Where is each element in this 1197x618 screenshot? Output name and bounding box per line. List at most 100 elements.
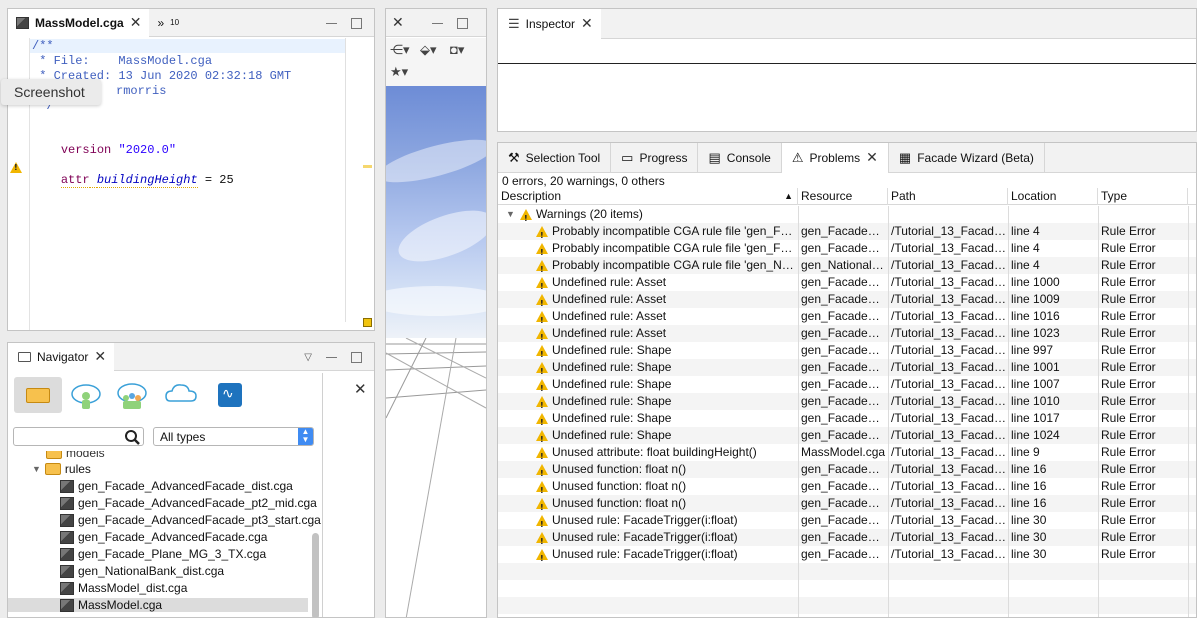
table-row[interactable]: Undefined rule: Shape gen_Facade_A… /Tutor… <box>498 393 1196 414</box>
search-field[interactable] <box>13 427 144 446</box>
table-row[interactable]: Undefined rule: Shape gen_Facade_A… /Tutor… <box>498 342 1196 363</box>
table-row[interactable]: Unused rule: FacadeTrigger(i:float) gen_F… <box>498 546 1196 567</box>
cell-type: Rule Error <box>1101 275 1156 289</box>
overview-warning-mark[interactable] <box>363 165 372 168</box>
overview-status-icon[interactable] <box>363 318 372 327</box>
table-row[interactable]: Undefined rule: Asset gen_Facade_A… /Tutor… <box>498 291 1196 312</box>
maximize-icon[interactable] <box>351 17 362 29</box>
hierarchy-icon[interactable]: ⋲▾ <box>390 42 410 58</box>
tab-inspector[interactable]: ☰ Inspector ✕ <box>498 9 601 39</box>
cell-resource: gen_Facade_A… <box>801 411 886 425</box>
tree-file-item[interactable]: gen_Facade_Plane_MG_3_TX.cga <box>60 547 266 561</box>
expand-arrow-icon[interactable]: ▼ <box>32 464 41 474</box>
maximize-icon[interactable] <box>457 17 468 29</box>
viewport-ground-grid[interactable] <box>386 337 486 617</box>
tooltip-text: Screenshot <box>14 84 85 100</box>
overflow-count: 10 <box>170 18 180 27</box>
cell-location: line 1000 <box>1011 275 1060 289</box>
tab-console[interactable]: ▤ Console <box>698 143 782 173</box>
cloud-button[interactable] <box>164 381 198 407</box>
tree-file-item[interactable]: MassModel.cga <box>8 598 308 612</box>
cell-type: Rule Error <box>1101 445 1156 459</box>
cell-type: Rule Error <box>1101 479 1156 493</box>
cube-view-icon[interactable]: ⬙▾ <box>420 42 437 58</box>
expand-arrow-icon[interactable]: ▼ <box>506 206 515 223</box>
cell-resource: gen_Facade_A… <box>801 224 886 238</box>
warnings-group-row[interactable]: ▼ Warnings (20 items) <box>498 206 1196 227</box>
cell-location: line 4 <box>1011 258 1040 272</box>
tab-facade-wizard-beta[interactable]: ▦ Facade Wizard (Beta) <box>889 143 1045 173</box>
table-row[interactable]: Probably incompatible CGA rule file 'gen… <box>498 240 1196 261</box>
table-row[interactable]: Undefined rule: Shape gen_Facade_A… /Tutor… <box>498 427 1196 448</box>
table-row[interactable]: Undefined rule: Shape gen_Facade_A… /Tutor… <box>498 410 1196 431</box>
maximize-icon[interactable] <box>351 351 362 363</box>
tree-file-item[interactable]: gen_NationalBank_dist.cga <box>60 564 224 578</box>
close-icon[interactable]: ✕ <box>354 380 367 398</box>
viewport-sky[interactable] <box>386 86 486 338</box>
close-icon[interactable]: ✕ <box>130 14 142 31</box>
cloud-streak <box>392 200 486 272</box>
table-row[interactable]: Unused function: float n() gen_Facade_A… /… <box>498 461 1196 482</box>
cell-path: /Tutorial_13_Facade… <box>891 309 1006 323</box>
minimize-icon[interactable] <box>326 22 337 24</box>
tree-item-label: gen_Facade_AdvancedFacade.cga <box>78 530 268 544</box>
cloud-user-button[interactable] <box>70 381 102 411</box>
tab-problems[interactable]: ⚠ Problems ✕ <box>781 143 889 173</box>
tree-file-item[interactable]: gen_Facade_AdvancedFacade_pt2_mid.cga <box>60 496 317 510</box>
tab-selection-tool[interactable]: ⚒ Selection Tool <box>498 143 612 173</box>
tree-file-item[interactable]: MassModel_dist.cga <box>60 581 187 595</box>
sort-up-icon: ▲ <box>784 191 793 201</box>
navigator-window-controls: ▽ <box>304 343 362 371</box>
waveform-button[interactable]: ∿ <box>218 383 242 407</box>
tab-overflow[interactable]: » 10 <box>149 9 187 37</box>
tab-navigator[interactable]: Navigator ✕ <box>8 343 115 371</box>
bottom-tabbar: ⚒ Selection Tool ▭ Progress ▤ Console ⚠ Problem… <box>498 143 1196 173</box>
minimize-icon[interactable] <box>326 356 337 358</box>
tree-file-item[interactable]: gen_Facade_AdvancedFacade_pt3_start.cga <box>60 513 321 527</box>
column-header-resource[interactable]: Resource <box>798 188 888 205</box>
close-icon[interactable]: ✕ <box>866 149 878 166</box>
table-row[interactable]: Undefined rule: Asset gen_Facade_A… /Tutor… <box>498 274 1196 295</box>
table-row[interactable]: Unused rule: FacadeTrigger(i:float) gen_F… <box>498 512 1196 533</box>
column-header-location[interactable]: Location <box>1008 188 1098 205</box>
warning-icon <box>536 243 548 261</box>
cell-location: line 16 <box>1011 462 1047 476</box>
table-row[interactable]: Unused attribute: float buildingHeight()… <box>498 444 1196 465</box>
tree-folder-rules[interactable]: ▼ rules <box>32 462 91 476</box>
code-line-4: rmorris <box>116 84 167 98</box>
tab-massmodel[interactable]: MassModel.cga ✕ <box>8 9 150 37</box>
table-row[interactable]: Undefined rule: Shape gen_Facade_A… /Tutor… <box>498 376 1196 397</box>
type-filter-value: All types <box>160 430 206 444</box>
warning-marker-icon[interactable] <box>10 162 22 173</box>
table-row[interactable]: Unused function: float n() gen_Facade_A… /… <box>498 478 1196 499</box>
close-icon[interactable]: ✕ <box>94 348 106 365</box>
camera-icon[interactable]: ◘▾ <box>450 42 464 58</box>
minimize-icon[interactable] <box>432 22 443 24</box>
search-icon[interactable] <box>124 429 141 445</box>
tree-item-models[interactable]: models <box>46 451 105 460</box>
tree-file-item[interactable]: gen_Facade_AdvancedFacade_dist.cga <box>60 479 293 493</box>
column-header-path[interactable]: Path <box>888 188 1008 205</box>
tab-progress[interactable]: ▭ Progress <box>611 143 699 173</box>
table-row[interactable]: Unused function: float n() gen_Facade_A… /… <box>498 495 1196 516</box>
type-filter-select[interactable]: All types ▲ ▼ <box>153 427 314 446</box>
cloud-group-button[interactable] <box>116 381 148 411</box>
cell-path: /Tutorial_13_Facade… <box>891 241 1006 255</box>
close-icon[interactable]: ✕ <box>392 14 404 31</box>
cell-description: Unused function: float n() <box>552 496 687 510</box>
table-row[interactable]: Undefined rule: Shape gen_Facade_A… /Tutor… <box>498 359 1196 380</box>
table-row[interactable]: Undefined rule: Asset gen_Facade_A… /Tutor… <box>498 325 1196 346</box>
column-header-type[interactable]: Type <box>1098 188 1188 205</box>
bookmark-star-icon[interactable]: ★▾ <box>390 64 408 80</box>
view-menu-icon[interactable]: ▽ <box>304 352 312 363</box>
column-header-description[interactable]: Description ▲ <box>498 188 798 205</box>
table-row[interactable]: Probably incompatible CGA rule file 'gen… <box>498 223 1196 244</box>
table-row[interactable]: Unused rule: FacadeTrigger(i:float) gen_F… <box>498 529 1196 550</box>
navigator-tree[interactable]: models ▼ rules gen_Facade_AdvancedFacade… <box>8 451 324 617</box>
tree-scrollbar[interactable] <box>312 533 319 617</box>
table-row[interactable]: Undefined rule: Asset gen_Facade_A… /Tutor… <box>498 308 1196 329</box>
close-icon[interactable]: ✕ <box>581 15 593 32</box>
tree-file-item[interactable]: gen_Facade_AdvancedFacade.cga <box>60 530 267 544</box>
open-folder-button[interactable] <box>14 377 62 413</box>
table-row[interactable]: Probably incompatible CGA rule file 'gen… <box>498 257 1196 278</box>
